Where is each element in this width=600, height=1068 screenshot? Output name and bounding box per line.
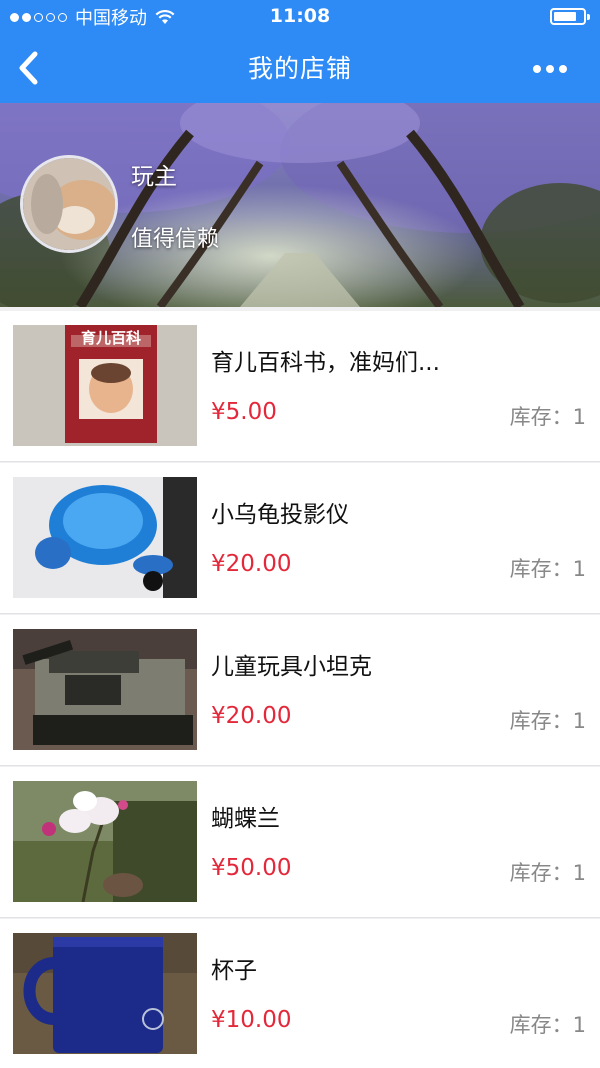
product-image-turtle-projector [13,477,197,598]
status-bar: 中国移动 11:08 [0,0,600,34]
product-image-toy-tank [13,629,197,750]
product-price: ¥20.00 [211,703,292,729]
product-name: 小乌龟投影仪 [211,502,349,528]
product-name: 育儿百科书，准妈们... [211,350,440,376]
product-name: 儿童玩具小坦克 [211,654,372,680]
shop-banner: 玩主 值得信赖 [0,103,600,307]
more-dots-icon [533,65,541,73]
product-image-mug [13,933,197,1054]
top-bar: 中国移动 11:08 我的店铺 [0,0,600,103]
product-price: ¥50.00 [211,855,292,881]
nav-bar: 我的店铺 [0,34,600,103]
product-stock: 库存：1 [509,405,586,429]
product-stock: 库存：1 [509,709,586,733]
status-time: 11:08 [269,5,331,27]
avatar[interactable] [20,155,118,253]
product-item[interactable]: 育儿百科 育儿百科书，准妈们... ¥5.00 库存：1 [0,311,600,462]
product-price: ¥20.00 [211,551,292,577]
app-screen: 中国移动 11:08 我的店铺 玩主 值得信赖 育儿百科 育儿百科书，准妈们..… [0,0,600,1068]
product-stock: 库存：1 [509,1013,586,1037]
svg-text:育儿百科: 育儿百科 [81,329,141,347]
shop-owner-name: 玩主 [131,164,177,190]
product-name: 蝴蝶兰 [211,806,280,832]
product-item[interactable]: 儿童玩具小坦克 ¥20.00 库存：1 [0,615,600,766]
shop-tagline: 值得信赖 [131,227,220,252]
product-list: 育儿百科 育儿百科书，准妈们... ¥5.00 库存：1 小乌龟投影仪 ¥20.… [0,311,600,1068]
product-item[interactable]: 小乌龟投影仪 ¥20.00 库存：1 [0,463,600,614]
more-button[interactable] [524,44,576,94]
product-stock: 库存：1 [509,557,586,581]
product-image-parenting-book: 育儿百科 [13,325,197,446]
product-stock: 库存：1 [509,861,586,885]
product-image-orchid [13,781,197,902]
product-price: ¥5.00 [211,399,277,425]
battery-icon [550,8,590,25]
product-name: 杯子 [211,958,257,984]
page-title: 我的店铺 [247,54,352,83]
product-item[interactable]: 蝴蝶兰 ¥50.00 库存：1 [0,767,600,918]
product-price: ¥10.00 [211,1007,292,1033]
product-item[interactable]: 杯子 ¥10.00 库存：1 [0,919,600,1068]
